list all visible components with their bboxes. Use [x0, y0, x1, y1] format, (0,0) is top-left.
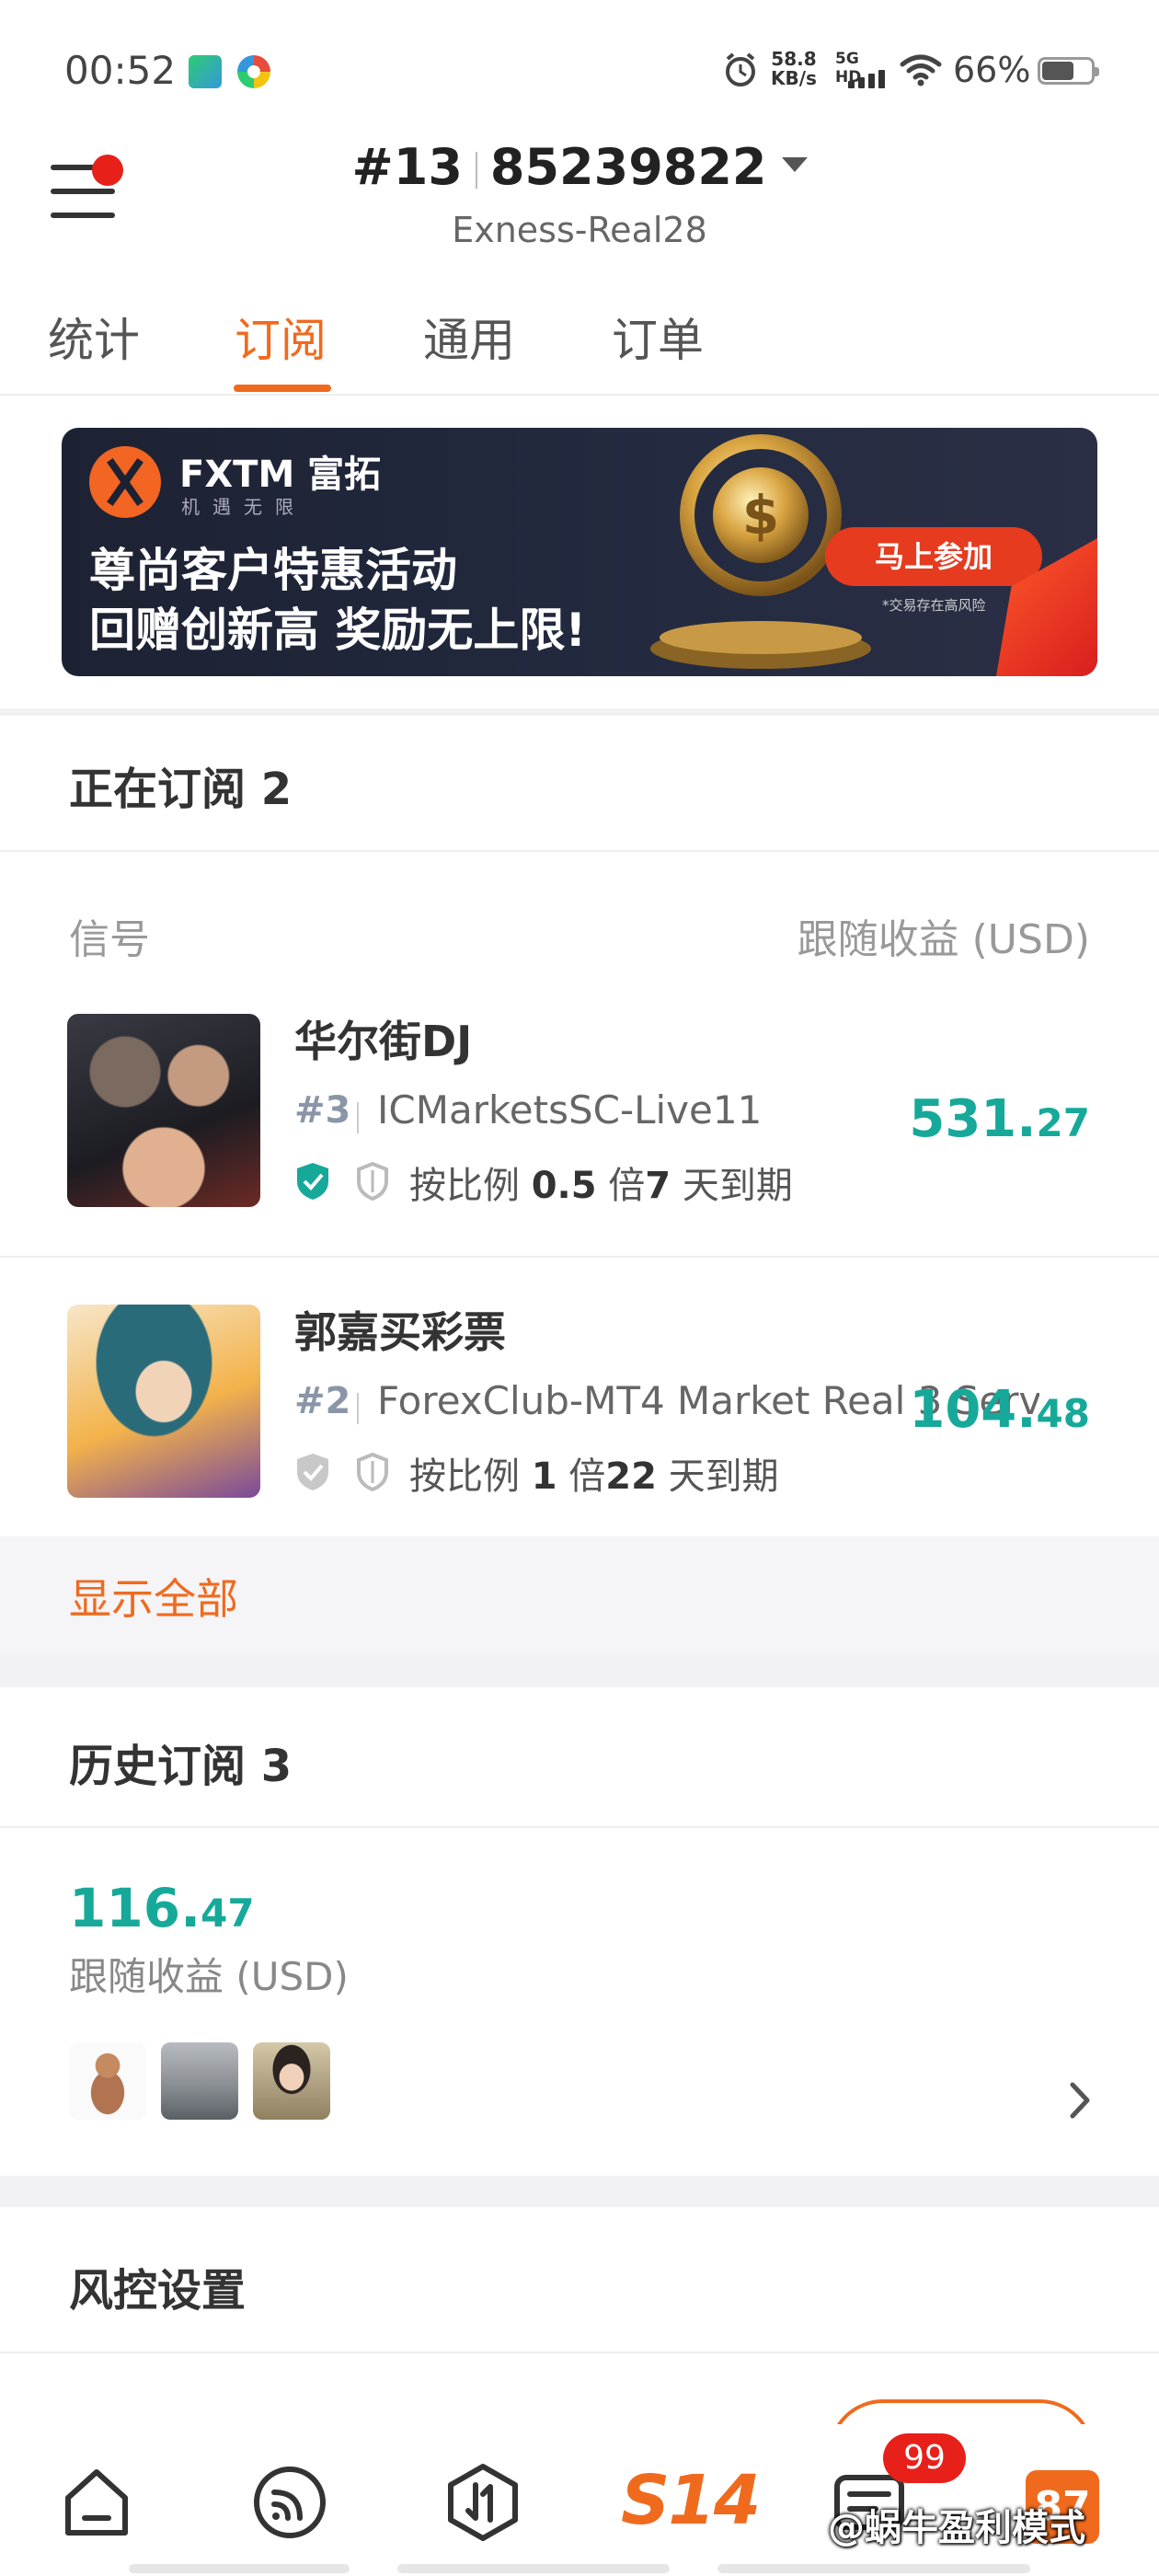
status-bar: 00:52 58.8 KB/s 5G HD 66%: [0, 0, 1159, 138]
net-speed-value: 58.8: [771, 48, 817, 70]
protection-shield-icon: [357, 1161, 388, 1202]
signal-broker: ICMarketsSC-Live11: [377, 1087, 763, 1133]
column-header-profit: 跟随收益 (USD): [797, 916, 1090, 963]
unread-badge: 99: [883, 2433, 966, 2483]
chevron-right-icon[interactable]: [1067, 2077, 1095, 2123]
net-speed: 58.8 KB/s: [771, 50, 817, 88]
tab-statistics[interactable]: 统计: [48, 304, 140, 370]
gesture-bar: [397, 2564, 670, 2573]
unverified-shield-icon: [297, 1454, 328, 1490]
history-signal-avatar[interactable]: [69, 2042, 146, 2120]
ratio-prefix: 按比例: [409, 1165, 532, 1207]
ratio-value: 0.5: [531, 1165, 597, 1207]
trade-icon[interactable]: [442, 2461, 524, 2544]
protection-shield-icon: [357, 1452, 388, 1492]
days-left: 7: [645, 1165, 671, 1207]
signal-name: 郭嘉买彩票: [294, 1307, 506, 1357]
app-notification-icon-2: [237, 55, 270, 88]
history-subscriptions-title: 历史订阅 3: [69, 1741, 293, 1792]
banner-subheadline: 回赠创新高 奖励无上限!: [89, 604, 587, 657]
profit-decimal: 47: [201, 1891, 255, 1936]
fxtm-logo-icon: [89, 446, 161, 518]
alarm-icon: [726, 52, 755, 86]
days-left: 22: [605, 1455, 657, 1498]
caret-down-icon: [781, 157, 808, 173]
history-signal-avatar[interactable]: [161, 2042, 238, 2120]
profit-integer: 116.: [69, 1877, 201, 1939]
battery-percent: 66%: [953, 50, 1031, 90]
banner-brand: FXTM 富拓: [179, 454, 382, 496]
server-name: Exness-Real28: [452, 210, 707, 250]
wifi-icon: [900, 54, 942, 86]
show-all-button[interactable]: 显示全部: [0, 1536, 1159, 1654]
signal-feed-icon[interactable]: [248, 2461, 331, 2544]
divider: [0, 2352, 1159, 2353]
profit-decimal: 48: [1036, 1391, 1090, 1436]
current-subscriptions-title: 正在订阅 2: [69, 764, 293, 815]
status-time: 00:52: [64, 48, 177, 93]
tab-subscriptions[interactable]: 订阅: [235, 304, 327, 370]
risk-disclaimer: *交易存在高风险: [882, 597, 986, 614]
profit-integer: 104.: [909, 1380, 1037, 1440]
ratio-suffix: 倍: [596, 1165, 646, 1207]
net-speed-unit: KB/s: [771, 67, 817, 89]
gesture-bar: [129, 2564, 350, 2573]
follow-profit: 104.48: [909, 1380, 1090, 1440]
tab-orders[interactable]: 订单: [612, 304, 704, 370]
ratio-prefix: 按比例: [409, 1455, 532, 1498]
signal-name: 华尔街DJ: [294, 1017, 473, 1066]
active-tab-indicator: [234, 385, 331, 392]
column-header-signal: 信号: [69, 916, 150, 963]
ratio-value: 1: [531, 1455, 557, 1498]
ratio-suffix: 倍: [557, 1455, 606, 1498]
section-divider: [0, 708, 1159, 716]
history-signal-avatar[interactable]: [253, 2042, 330, 2120]
bottom-navigation: S14 99 87 @蜗牛盈利模式: [0, 2424, 1159, 2576]
account-number: 85239822: [489, 138, 767, 196]
subscription-terms: 按比例 0.5 倍7 天到期: [409, 1156, 793, 1209]
gesture-bar: [717, 2564, 1030, 2573]
section-divider: [0, 1654, 1159, 1687]
banner-slogan: 机遇无限: [181, 496, 306, 518]
history-profit-label: 跟随收益 (USD): [69, 1954, 349, 1999]
join-now-button[interactable]: 马上参加: [825, 527, 1042, 586]
account-selector[interactable]: #13 85239822: [0, 138, 1159, 196]
banner-headline: 尊尚客户特惠活动: [89, 544, 457, 597]
rank-divider: [357, 1393, 359, 1424]
days-suffix: 天到期: [671, 1165, 793, 1207]
risk-settings-title: 风控设置: [69, 2265, 247, 2317]
home-icon[interactable]: [55, 2461, 138, 2544]
svg-text:$: $: [742, 484, 779, 546]
tab-general[interactable]: 通用: [423, 304, 515, 370]
battery-icon: [1038, 57, 1099, 85]
promo-banner[interactable]: FXTM 富拓 机遇无限 尊尚客户特惠活动 回赠创新高 奖励无上限! $ 马上参…: [62, 428, 1097, 676]
profit-integer: 531.: [909, 1089, 1037, 1149]
subscription-terms: 按比例 1 倍22 天到期: [409, 1446, 779, 1500]
profit-decimal: 27: [1036, 1100, 1090, 1145]
section-divider: [0, 2176, 1159, 2207]
rank-divider: [357, 1102, 359, 1133]
cellular-signal-icon: 5G HD: [833, 50, 890, 92]
tab-bar: 统计 订阅 通用 订单: [0, 294, 1159, 396]
divider: [0, 850, 1159, 852]
divider: [0, 1826, 1159, 1828]
days-suffix: 天到期: [656, 1455, 779, 1498]
signal-rank: #2: [294, 1380, 351, 1422]
s14-nav-item[interactable]: S14: [621, 2461, 761, 2540]
watermark: @蜗牛盈利模式: [828, 2507, 1085, 2549]
follow-profit: 531.27: [909, 1089, 1090, 1149]
account-rank: #13: [351, 138, 463, 196]
show-all-label: 显示全部: [69, 1574, 238, 1624]
signal-rank: #3: [294, 1089, 351, 1132]
history-profit: 116.47: [69, 1877, 255, 1939]
verified-shield-icon: [297, 1163, 328, 1200]
divider: [0, 1256, 1159, 1258]
app-notification-icon: [189, 55, 222, 88]
signal-avatar: [67, 1014, 260, 1207]
signal-avatar: [67, 1305, 260, 1498]
